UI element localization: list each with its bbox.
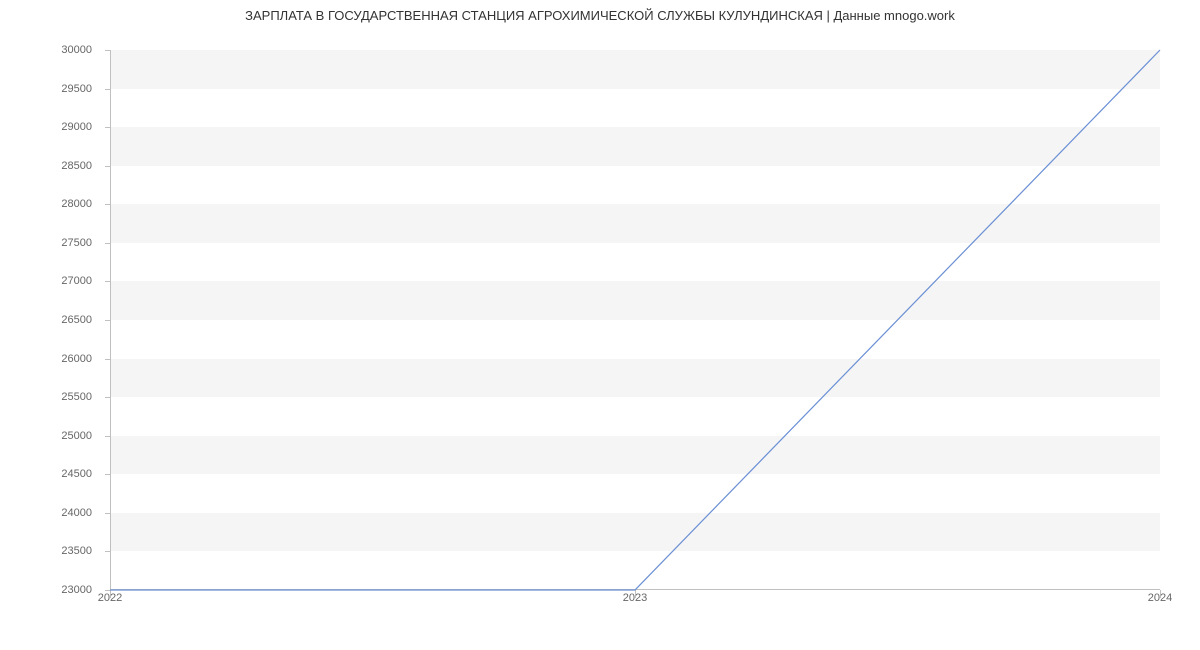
- y-tick-label: 24500: [0, 468, 100, 480]
- y-tick-label: 26000: [0, 353, 100, 365]
- y-tick-label: 27500: [0, 237, 100, 249]
- x-tick-label: 2024: [1148, 592, 1172, 604]
- y-tick-label: 30000: [0, 44, 100, 56]
- y-tick-label: 24000: [0, 507, 100, 519]
- y-tick-label: 25000: [0, 430, 100, 442]
- x-tick-label: 2023: [623, 592, 647, 604]
- chart-title: ЗАРПЛАТА В ГОСУДАРСТВЕННАЯ СТАНЦИЯ АГРОХ…: [0, 8, 1200, 23]
- y-tick-label: 26500: [0, 314, 100, 326]
- x-axis-labels: 202220232024: [110, 592, 1160, 612]
- plot-area: [110, 50, 1160, 590]
- x-tick-label: 2022: [98, 592, 122, 604]
- y-tick-label: 28000: [0, 198, 100, 210]
- y-tick-label: 23000: [0, 584, 100, 596]
- y-tick-label: 25500: [0, 391, 100, 403]
- y-tick-label: 29000: [0, 121, 100, 133]
- y-tick-label: 27000: [0, 275, 100, 287]
- y-tick-label: 23500: [0, 545, 100, 557]
- salary-line-chart: ЗАРПЛАТА В ГОСУДАРСТВЕННАЯ СТАНЦИЯ АГРОХ…: [0, 0, 1200, 650]
- y-tick-label: 28500: [0, 160, 100, 172]
- y-tick-label: 29500: [0, 83, 100, 95]
- y-axis-labels: 2300023500240002450025000255002600026500…: [0, 50, 100, 590]
- series-line: [110, 50, 1160, 590]
